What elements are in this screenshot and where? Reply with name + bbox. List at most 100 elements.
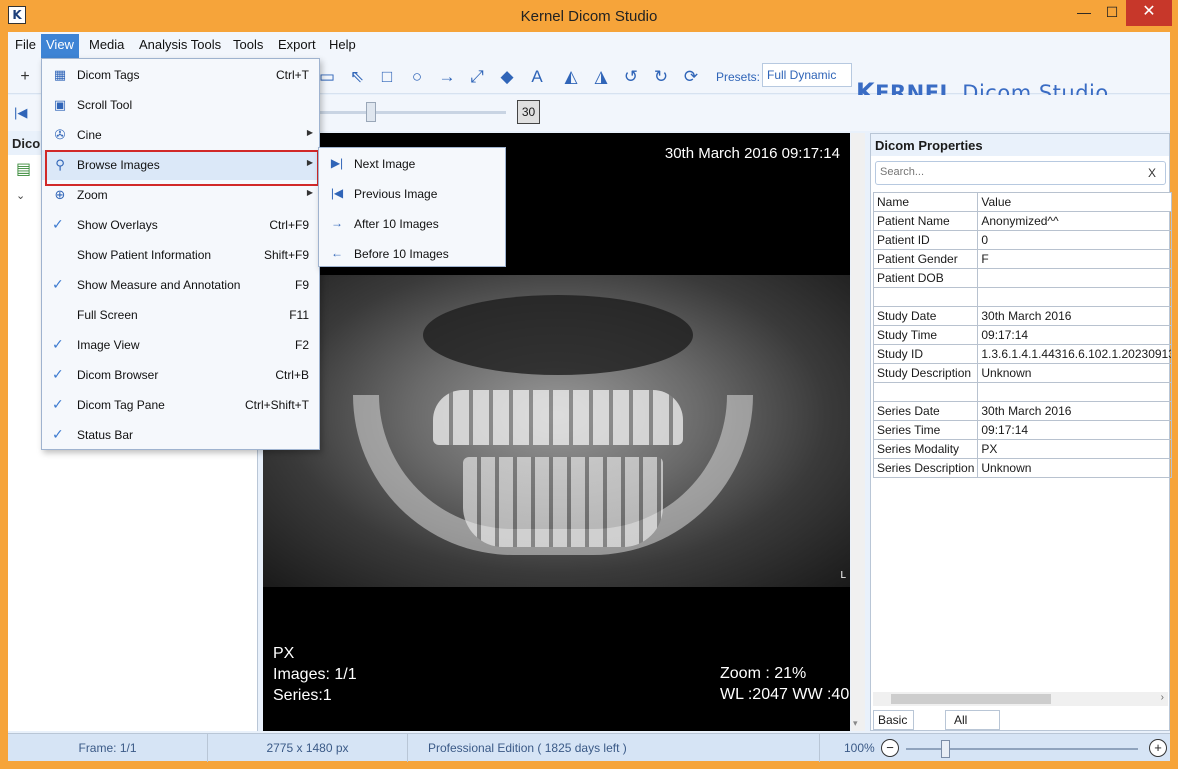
frame-rate-box[interactable]: 30 (517, 100, 540, 124)
menu-item-show-measure-annotation[interactable]: ✓ Show Measure and Annotation F9 (42, 270, 319, 300)
menu-item-full-screen[interactable]: Full Screen F11 (42, 300, 319, 330)
table-row[interactable]: Patient Name Anonymized^^ (872, 211, 1173, 231)
first-frame-icon[interactable]: |◀ (14, 105, 30, 121)
menu-tools[interactable]: Tools (228, 36, 268, 58)
table-row[interactable]: Patient ID 0 (872, 230, 1173, 250)
table-row[interactable]: Study Time 09:17:14 (872, 325, 1173, 345)
overlay-bottom-right: Zoom : 21% WL :2047 WW :40 (720, 663, 849, 705)
menu-item-label: Dicom Tag Pane (77, 398, 165, 412)
table-row[interactable]: Study Description Unknown (872, 363, 1173, 383)
tree-expander[interactable]: ⌄ (16, 189, 25, 202)
submenu-item-previous-image[interactable]: |◀ Previous Image (319, 179, 505, 209)
property-name: Patient ID (872, 230, 979, 250)
menu-analysis-tools[interactable]: Analysis Tools (134, 36, 226, 58)
submenu-item-next-image[interactable]: ▶| Next Image (319, 149, 505, 179)
table-row[interactable]: Study ID 1.3.6.1.4.1.44316.6.102.1.202309… (872, 344, 1173, 364)
property-value: 09:17:14 (977, 420, 1173, 440)
hscroll-thumb[interactable] (891, 694, 1051, 704)
status-image-size: 2775 x 1480 px (208, 734, 408, 762)
menu-export[interactable]: Export (273, 36, 321, 58)
overlay-modality: PX (273, 645, 295, 662)
status-frame: Frame: 1/1 (8, 734, 208, 762)
tab-basic-detail[interactable]: Basic Detail (873, 710, 914, 745)
table-row[interactable]: Series Date 30th March 2016 (872, 401, 1173, 421)
column-header-name[interactable]: Name (872, 192, 979, 212)
rotate-right-icon[interactable]: ↻ (650, 66, 672, 88)
menu-item-status-bar[interactable]: ✓ Status Bar (42, 420, 319, 450)
properties-search[interactable]: X (875, 161, 1166, 185)
arrow-tool-icon[interactable]: → (436, 66, 458, 88)
property-name: Series Description (872, 458, 979, 478)
rectangle-icon[interactable]: □ (376, 66, 398, 88)
scroll-right-icon[interactable]: › (1161, 692, 1164, 703)
property-name: Patient Gender (872, 249, 979, 269)
property-name: Series Modality (872, 439, 979, 459)
menu-item-dicom-browser[interactable]: ✓ Dicom Browser Ctrl+B (42, 360, 319, 390)
zoom-icon: ⊕ (54, 187, 66, 202)
eraser-icon[interactable]: ◆ (496, 66, 518, 88)
checkmark-icon: ✓ (52, 366, 64, 382)
browse-images-submenu: ▶| Next Image |◀ Previous Image → After … (318, 147, 506, 267)
zoom-slider-thumb[interactable] (941, 740, 950, 758)
line-tool-icon[interactable]: ⤢ (466, 66, 488, 88)
add-file-icon[interactable]: ▤ (16, 159, 36, 179)
table-row[interactable]: Series Modality PX (872, 439, 1173, 459)
table-row[interactable]: Series Description Unknown (872, 458, 1173, 478)
maximize-button[interactable]: ☐ (1098, 0, 1126, 26)
viewer-scrollbar[interactable]: ▾ (851, 133, 865, 731)
frame-slider-track[interactable] (320, 111, 506, 114)
table-row[interactable]: Patient Gender F (872, 249, 1173, 269)
rotate-left-icon[interactable]: ↺ (620, 66, 642, 88)
status-zoom-percent: 100% (844, 741, 875, 755)
menu-item-label: Image View (77, 338, 140, 352)
menu-item-cine[interactable]: ✇ Cine ▶ (42, 120, 319, 150)
clear-search-icon[interactable]: X (1148, 166, 1156, 180)
menu-media[interactable]: Media (84, 36, 129, 58)
menu-item-label: Dicom Browser (77, 368, 159, 382)
menu-view[interactable]: View (41, 34, 79, 58)
submenu-item-after-10-images[interactable]: → After 10 Images (319, 209, 505, 239)
submenu-item-before-10-images[interactable]: ← Before 10 Images (319, 239, 505, 269)
presets-dropdown[interactable]: Full Dynamic (762, 63, 852, 87)
menu-item-show-patient-information[interactable]: Show Patient Information Shift+F9 (42, 240, 319, 270)
menu-item-dicom-tags[interactable]: ▦ Dicom Tags Ctrl+T (42, 60, 319, 90)
frame-slider-thumb[interactable] (366, 102, 376, 122)
zoom-in-button[interactable]: + (1149, 739, 1167, 757)
pointer-icon[interactable]: ⇖ (346, 66, 368, 88)
menu-item-zoom[interactable]: ⊕ Zoom ▶ (42, 180, 319, 210)
menu-item-show-overlays[interactable]: ✓ Show Overlays Ctrl+F9 (42, 210, 319, 240)
property-name: Study Time (872, 325, 979, 345)
menu-item-dicom-tag-pane[interactable]: ✓ Dicom Tag Pane Ctrl+Shift+T (42, 390, 319, 420)
menu-item-scroll-tool[interactable]: ▣ Scroll Tool (42, 90, 319, 120)
ellipse-icon[interactable]: ○ (406, 66, 428, 88)
add-icon[interactable]: + (14, 66, 36, 88)
menu-file[interactable]: File (10, 36, 41, 58)
property-value: Unknown (977, 363, 1173, 383)
text-tool-icon[interactable]: A (526, 66, 548, 88)
zoom-out-button[interactable]: − (881, 739, 899, 757)
table-row[interactable]: Series Time 09:17:14 (872, 420, 1173, 440)
table-row[interactable] (872, 287, 1173, 307)
search-input[interactable] (880, 166, 1130, 178)
close-button[interactable]: ✕ (1126, 0, 1172, 26)
table-row[interactable]: Study Date 30th March 2016 (872, 306, 1173, 326)
menu-help[interactable]: Help (324, 36, 361, 58)
table-row[interactable] (872, 382, 1173, 402)
flip-horizontal-icon[interactable]: ◭ (560, 66, 582, 88)
dental-xray-image: L (263, 275, 850, 587)
flip-vertical-icon[interactable]: ◮ (590, 66, 612, 88)
overlay-zoom: Zoom : 21% (720, 665, 807, 682)
submenu-item-label: Next Image (354, 157, 416, 171)
properties-hscrollbar[interactable]: › (873, 692, 1168, 706)
minimize-button[interactable]: — (1070, 0, 1098, 26)
table-row[interactable]: Patient DOB (872, 268, 1173, 288)
tab-all-details[interactable]: All Details (945, 710, 1000, 745)
property-value: Anonymized^^ (977, 211, 1173, 231)
property-value (977, 268, 1173, 288)
property-value: PX (977, 439, 1173, 459)
column-header-value[interactable]: Value (977, 192, 1173, 212)
menu-item-image-view[interactable]: ✓ Image View F2 (42, 330, 319, 360)
scroll-down-icon[interactable]: ▾ (853, 718, 858, 729)
view-menu-dropdown: ▦ Dicom Tags Ctrl+T ▣ Scroll Tool ✇ Cine… (41, 58, 320, 450)
reset-icon[interactable]: ⟳ (680, 66, 702, 88)
